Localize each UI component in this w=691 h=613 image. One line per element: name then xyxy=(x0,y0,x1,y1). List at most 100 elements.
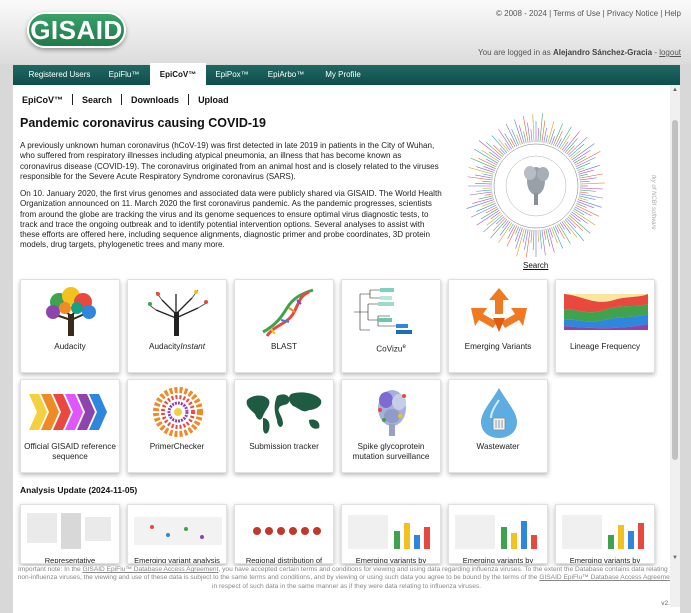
tool-tile-audacity[interactable]: Audacity xyxy=(20,279,120,373)
tree-branch xyxy=(539,229,542,249)
rainbow-arrows-icon xyxy=(29,394,107,430)
sub-navigation: EpiCoV™ Search Downloads Upload xyxy=(22,94,229,105)
tab-epiflu[interactable]: EpiFlu™ xyxy=(98,65,150,85)
tree-branch xyxy=(545,228,551,247)
tool-label-main: Audacity xyxy=(149,342,181,351)
tool-label: Submission tracker xyxy=(249,442,319,451)
subnav-epicov[interactable]: EpiCoV™ xyxy=(22,95,63,105)
analysis-card-emerging-variants-2[interactable]: Emerging variants by xyxy=(448,504,548,564)
vertical-scrollbar[interactable]: ▲ ▼ xyxy=(670,85,680,607)
database-access-agreement-link[interactable]: GISAID EpiFlu™ Database Access Agreement xyxy=(82,566,218,573)
tree-branch xyxy=(502,220,509,229)
tree-branch xyxy=(579,177,597,181)
analysis-card-label: Emerging variants by xyxy=(569,556,641,564)
tool-tile-emerging-variants[interactable]: Emerging Variants xyxy=(448,279,548,373)
tree-branch xyxy=(578,173,588,177)
tree-branch xyxy=(579,193,603,199)
header: GISAID © 2008 - 2024 | Terms of Use | Pr… xyxy=(0,0,691,64)
tool-tile-lineage-frequency[interactable]: Lineage Frequency xyxy=(555,279,655,373)
analysis-card-emerging-variants-1[interactable]: Emerging variants by xyxy=(341,504,441,564)
main-nav: Registered Users EpiFlu™ EpiCoV™ EpiPox™… xyxy=(13,63,680,85)
tree-branch xyxy=(518,125,525,144)
logout-link[interactable]: logout xyxy=(659,48,681,57)
tree-branch xyxy=(523,116,529,143)
analysis-thumbnail xyxy=(134,517,222,545)
tree-branch xyxy=(466,199,495,209)
tree-branch xyxy=(537,229,539,242)
tree-branch xyxy=(504,142,511,151)
tool-tile-reference-sequence[interactable]: Official GISAID reference sequence xyxy=(20,379,120,473)
terms-of-use-link[interactable]: Terms of Use xyxy=(553,9,600,18)
tree-branch xyxy=(558,126,572,149)
tree-branch xyxy=(514,227,521,242)
tree-search-link[interactable]: Search xyxy=(523,261,548,270)
world-map-icon xyxy=(246,392,322,434)
tree-branch xyxy=(510,138,516,148)
analysis-card-emerging-variant-analysis[interactable]: Emerging variant analysis xyxy=(127,504,227,564)
tree-branch xyxy=(506,225,518,247)
scroll-down-icon[interactable]: ▼ xyxy=(671,555,679,561)
analysis-card-representative[interactable]: Representative xyxy=(20,504,120,564)
tree-branch xyxy=(475,182,493,185)
tree-branch xyxy=(545,135,548,144)
analysis-card-label: Emerging variant analysis xyxy=(134,556,220,564)
tab-my-profile[interactable]: My Profile xyxy=(314,65,372,85)
tool-label: Audacity xyxy=(54,342,86,351)
tree-branch xyxy=(490,218,508,239)
tree-branch xyxy=(576,203,587,208)
tool-tile-covizu[interactable]: CoVizue xyxy=(341,279,441,373)
tree-branch xyxy=(579,180,590,183)
tool-tile-primerchecker[interactable]: PrimerChecker xyxy=(127,379,227,473)
tree-branch xyxy=(579,182,605,185)
tree-branch xyxy=(476,189,493,192)
tree-branch xyxy=(579,189,596,192)
analysis-card-regional-distribution[interactable]: Regional distribution of xyxy=(234,504,334,564)
scrollbar-thumb[interactable] xyxy=(672,120,678,460)
circular-phylogenetic-tree-image[interactable] xyxy=(457,111,615,261)
tool-tile-audacity-instant[interactable]: AudacityInstant xyxy=(127,279,227,373)
arrows-icon xyxy=(471,288,527,332)
analysis-update-heading: Analysis Update (2024-11-05) xyxy=(20,485,138,495)
water-drop-icon xyxy=(481,388,517,438)
protein-structure-icon xyxy=(378,390,406,436)
subnav-upload[interactable]: Upload xyxy=(198,95,229,105)
tab-registered-users[interactable]: Registered Users xyxy=(21,65,98,85)
tree-branch xyxy=(526,229,531,258)
scroll-up-icon[interactable]: ▲ xyxy=(671,87,679,93)
tree-branch xyxy=(564,138,578,154)
circular-plot-icon xyxy=(153,387,203,437)
tree-branch xyxy=(571,211,588,224)
tree-branch xyxy=(559,134,571,150)
help-link[interactable]: Help xyxy=(665,9,681,18)
analysis-card-label: Emerging variants by xyxy=(462,556,534,564)
phylogeny-icon xyxy=(354,288,412,334)
tool-tile-blast[interactable]: BLAST xyxy=(234,279,334,373)
tree-branch xyxy=(553,226,564,249)
tool-label-suffix: e xyxy=(402,344,406,350)
tool-label: CoVizue xyxy=(344,342,438,355)
tool-label: PrimerChecker xyxy=(149,442,205,451)
tool-tile-submission-tracker[interactable]: Submission tracker xyxy=(234,379,334,473)
tab-epicov[interactable]: EpiCoV™ xyxy=(150,63,206,85)
subnav-downloads[interactable]: Downloads xyxy=(131,95,179,105)
tool-label: AudacityInstant xyxy=(130,342,224,352)
tool-tile-spike-surveillance[interactable]: Spike glycoprotein mutation surveillance xyxy=(341,379,441,473)
main-content: EpiCoV™ Search Downloads Upload Pandemic co… xyxy=(13,85,680,613)
copyright-text: © 2008 - 2024 xyxy=(496,9,547,18)
tree-branch xyxy=(553,123,564,146)
database-access-agreement-link-2[interactable]: GISAID EpiFlu™ Database Access Agreement xyxy=(539,574,675,581)
analysis-card-emerging-variants-3[interactable]: Emerging variants by xyxy=(555,504,655,564)
analysis-card-label: Emerging variants by xyxy=(355,556,427,564)
tool-label: Emerging Variants xyxy=(464,342,532,351)
tree-branch xyxy=(574,151,601,166)
subnav-search[interactable]: Search xyxy=(82,95,112,105)
privacy-notice-link[interactable]: Privacy Notice xyxy=(607,9,658,18)
tab-epiarbo[interactable]: EpiArbo™ xyxy=(258,65,314,85)
tree-branch xyxy=(532,229,535,250)
tree-branch xyxy=(508,223,514,232)
tree-icon xyxy=(46,287,96,336)
tree-branch xyxy=(537,128,539,143)
tool-tile-wastewater[interactable]: Wastewater xyxy=(448,379,548,473)
gisaid-logo[interactable]: GISAID xyxy=(27,12,126,48)
tab-epipox[interactable]: EpiPox™ xyxy=(206,65,258,85)
